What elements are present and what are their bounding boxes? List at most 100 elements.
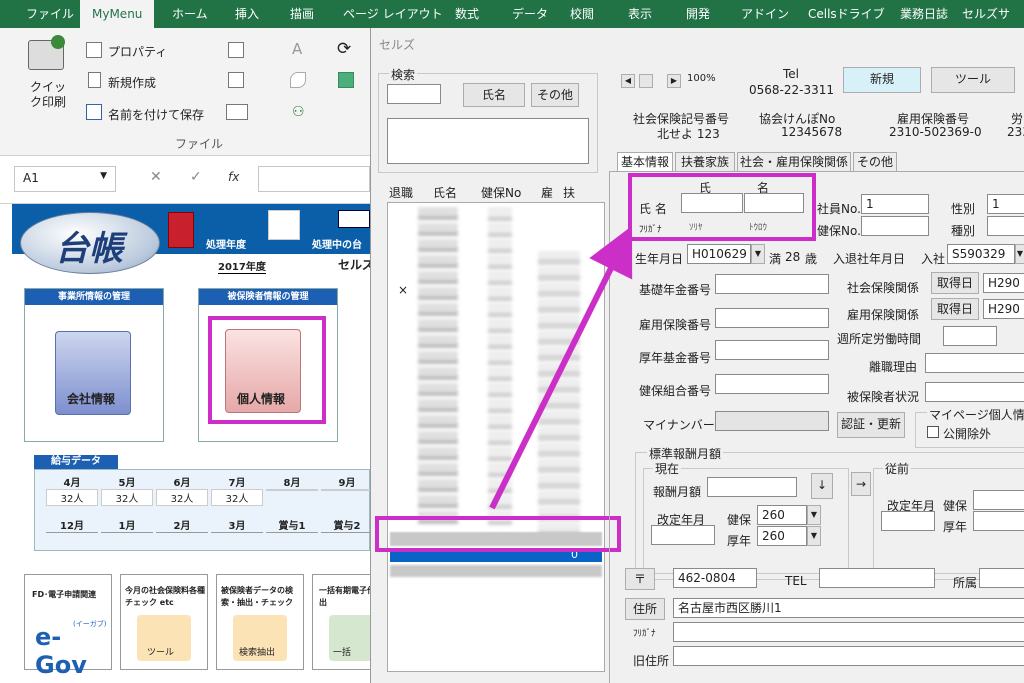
list-header-3[interactable]: 雇 — [541, 184, 553, 201]
kenpo-grade-select[interactable]: 260 — [757, 505, 807, 525]
refresh-icon[interactable]: ⟳ — [337, 39, 351, 59]
tab-addin[interactable]: アドイン — [741, 0, 789, 28]
tab-developer[interactable]: 開発 — [686, 0, 710, 28]
list-header-4[interactable]: 扶 — [563, 184, 575, 201]
font-a-icon[interactable]: A — [292, 40, 302, 58]
tab-view[interactable]: 表示 — [628, 0, 652, 28]
list-header-1[interactable]: 氏名 — [433, 184, 457, 201]
chevron-down-icon[interactable]: ▼ — [807, 526, 821, 546]
tab-page-layout[interactable]: ページ レイアウト — [343, 0, 443, 28]
tab-insert[interactable]: 挿入 — [235, 0, 259, 28]
insured-status-input[interactable] — [925, 382, 1024, 402]
search-extract-tool[interactable]: 被保険者データの検索・抽出・チェック 検索抽出 — [216, 574, 304, 670]
search-other-button[interactable]: その他 — [531, 83, 579, 107]
postal-button[interactable]: 〒 — [625, 568, 655, 590]
monthly-check-tool[interactable]: 今月の社会保険料各種チェック etc ツール — [120, 574, 208, 670]
company-info-button[interactable]: 会社情報 — [55, 331, 131, 415]
mynumber-input[interactable] — [715, 411, 829, 431]
print-icon[interactable] — [228, 72, 244, 88]
printer-icon[interactable] — [28, 35, 65, 70]
employment-acquire-date-button[interactable]: 取得日 — [931, 298, 979, 320]
record-slider-thumb[interactable] — [639, 74, 653, 88]
arrow-right-button[interactable]: → — [851, 472, 871, 496]
print-preview-icon[interactable] — [228, 42, 244, 58]
gender-input[interactable]: 1 — [987, 194, 1024, 214]
salary-month2-4[interactable]: 賞与1 — [266, 517, 318, 533]
employee-list[interactable]: × 0 — [387, 202, 605, 672]
dialog-tab-1[interactable]: 扶養家族 — [675, 152, 735, 172]
address-input[interactable]: 名古屋市西区勝川1 — [673, 598, 1024, 618]
exit-icon[interactable] — [338, 210, 370, 228]
save-as-button[interactable]: 名前を付けて保存 — [108, 106, 204, 123]
bulk-tool[interactable]: 一括有期電子作成・提出 一括 — [312, 574, 370, 670]
tab-home[interactable]: ホーム — [172, 0, 208, 28]
employment-acquire-date-input[interactable]: H290 — [983, 299, 1024, 319]
confirm-icon[interactable]: ✓ — [190, 169, 202, 185]
prev-record-button[interactable]: ◀ — [621, 74, 635, 88]
address-button[interactable]: 住所 — [625, 598, 665, 620]
new-button[interactable]: 新規作成 — [108, 74, 156, 91]
tab-cells-service[interactable]: セルズサ — [962, 0, 1010, 28]
previous-konen-input[interactable] — [973, 511, 1024, 531]
previous-revision-input[interactable] — [881, 511, 935, 531]
insert-function-icon[interactable]: fx — [228, 170, 239, 184]
tab-review[interactable]: 校閲 — [570, 0, 594, 28]
chevron-down-icon[interactable]: ▼ — [1015, 244, 1024, 264]
tab-mymenu[interactable]: MyMenu — [80, 0, 155, 28]
employee-no-input[interactable]: 1 — [861, 194, 929, 214]
chevron-down-icon[interactable]: ▼ — [751, 244, 765, 264]
next-record-button[interactable]: ▶ — [667, 74, 681, 88]
salary-month-3[interactable]: 7月 — [211, 474, 263, 489]
salary-month2-3[interactable]: 3月 — [211, 517, 263, 533]
revision-date-input[interactable] — [651, 525, 715, 545]
dept-input[interactable] — [979, 568, 1024, 588]
arrow-down-button[interactable]: ↓ — [811, 473, 833, 499]
salary-month2-2[interactable]: 2月 — [156, 517, 208, 533]
format-icon[interactable] — [226, 104, 248, 120]
salary-month2-5[interactable]: 賞与2 — [321, 517, 370, 533]
salary-month-1[interactable]: 5月 — [101, 474, 153, 489]
old-address-input[interactable] — [673, 646, 1024, 666]
birthdate-select[interactable]: H010629 — [687, 244, 751, 264]
tab-draw[interactable]: 描画 — [290, 0, 314, 28]
tab-data[interactable]: データ — [512, 0, 548, 28]
shape-icon[interactable] — [290, 72, 306, 88]
salary-month-0[interactable]: 4月 — [46, 474, 98, 489]
search-name-button[interactable]: 氏名 — [463, 83, 525, 107]
salary-month2-1[interactable]: 1月 — [101, 517, 153, 533]
postal-input[interactable]: 462-0804 — [673, 568, 757, 588]
green-square-icon[interactable] — [338, 72, 354, 88]
social-acquire-date-button[interactable]: 取得日 — [931, 272, 979, 294]
dialog-tab-0[interactable]: 基本情報 — [617, 152, 673, 172]
formula-input[interactable] — [258, 166, 370, 192]
tel2-input[interactable] — [819, 568, 935, 588]
quick-print-button[interactable]: クイック印刷 — [30, 80, 66, 110]
cancel-icon[interactable]: ✕ — [150, 169, 162, 185]
employment-no-input[interactable] — [715, 308, 829, 328]
name-box[interactable]: A1 ▼ — [14, 166, 116, 192]
join-date-select[interactable]: S590329 — [947, 244, 1015, 264]
salary-month-2[interactable]: 6月 — [156, 474, 208, 489]
salary-month2-0[interactable]: 12月 — [46, 517, 98, 533]
previous-kenpo-input[interactable] — [973, 490, 1024, 510]
address-furigana-input[interactable] — [673, 622, 1024, 642]
search-input[interactable] — [387, 84, 441, 104]
dialog-tab-2[interactable]: 社会・雇用保険関係 — [737, 152, 851, 172]
chevron-down-icon[interactable]: ▼ — [100, 171, 107, 181]
list-header-2[interactable]: 健保No — [481, 184, 521, 201]
list-header-0[interactable]: 退職 — [389, 184, 413, 201]
kenpo-no-input[interactable] — [861, 216, 929, 236]
list-row[interactable] — [390, 565, 602, 577]
hierarchy-icon[interactable]: ⚇ — [292, 104, 305, 120]
properties-button[interactable]: プロパティ — [108, 43, 167, 60]
konen-grade-select[interactable]: 260 — [757, 526, 807, 546]
dialog-tab-3[interactable]: その他 — [853, 152, 897, 172]
tool-button[interactable]: ツール — [931, 67, 1015, 93]
public-exclude-checkbox[interactable] — [927, 426, 939, 438]
auth-update-button[interactable]: 認証・更新 — [837, 412, 905, 438]
fd-egov-tool[interactable]: FD･電子申請関連 e-Gov (イーガブ) — [24, 574, 112, 679]
union-no-input[interactable] — [715, 374, 829, 394]
chevron-down-icon[interactable]: ▼ — [807, 505, 821, 525]
tab-file[interactable]: ファイル — [26, 0, 74, 28]
salary-month-4[interactable]: 8月 — [266, 474, 318, 489]
